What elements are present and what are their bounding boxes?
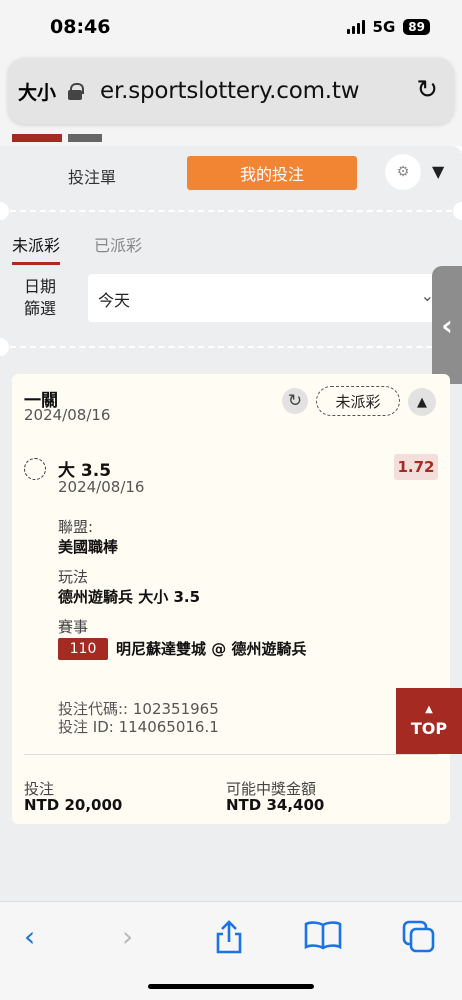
chevron-up-icon[interactable]: ▲: [408, 388, 436, 416]
bet-card: 一關 2024/08/16 ↻ 未派彩 ▲ 大 3.5 2024/08/16 1…: [12, 374, 450, 824]
status-bar: 08:46 5G 89: [0, 0, 462, 56]
divider: [0, 346, 462, 348]
status-indicators: 5G 89: [346, 18, 430, 36]
back-icon[interactable]: ‹: [24, 920, 35, 953]
gear-icon[interactable]: ⚙: [385, 154, 421, 190]
chevron-down-icon[interactable]: ▼: [432, 162, 444, 181]
url-text[interactable]: er.sportslottery.com.tw: [100, 78, 360, 104]
play-value: 德州遊騎兵 大小 3.5: [58, 588, 201, 606]
browser-toolbar: ‹ ›: [0, 901, 462, 1000]
tabs-icon[interactable]: [402, 920, 436, 961]
date-filter-value: 今天: [98, 291, 131, 310]
caret-up-icon: ▲: [425, 703, 433, 715]
browser-address-area: 大小 er.sportslottery.com.tw ↻: [0, 56, 462, 134]
league-label: 聯盟:: [58, 518, 94, 536]
bet-date: 2024/08/16: [24, 406, 111, 424]
league-value: 美國職棒: [58, 538, 119, 556]
page-content-behind: [0, 134, 462, 146]
lock-icon: [68, 83, 85, 100]
bookmarks-icon[interactable]: [304, 920, 342, 957]
date-filter-select[interactable]: 今天 ⌄: [88, 274, 462, 322]
refresh-icon[interactable]: ↻: [282, 388, 308, 414]
scroll-top-button[interactable]: ▲ TOP: [396, 688, 462, 754]
signal-icon: [346, 20, 365, 34]
network-type: 5G: [372, 18, 396, 36]
event-label: 賽事: [58, 618, 89, 636]
status-time: 08:46: [50, 16, 111, 38]
text-size-button[interactable]: 大小: [18, 78, 56, 105]
tab-unsettled[interactable]: 未派彩: [12, 232, 61, 265]
reload-icon[interactable]: ↻: [416, 75, 438, 105]
status-badge: 未派彩: [316, 386, 400, 416]
home-indicator: [148, 984, 314, 989]
payout-value: NTD 34,400: [226, 796, 325, 814]
panel-tabs: 投注單 我的投注 ⚙ ▼: [0, 154, 462, 196]
stake-value: NTD 20,000: [24, 796, 123, 814]
status-subtabs: 未派彩 已派彩: [0, 230, 462, 266]
tab-my-bets[interactable]: 我的投注: [187, 156, 357, 190]
event-name: 明尼蘇達雙城 @ 德州遊騎兵: [116, 640, 307, 658]
divider: [0, 210, 462, 212]
odds-badge: 1.72: [394, 454, 438, 480]
share-icon[interactable]: [214, 920, 244, 961]
scroll-top-label: TOP: [410, 718, 448, 738]
date-filter-label: 日期篩選: [24, 277, 57, 318]
date-filter: 日期篩選 今天 ⌄: [0, 274, 462, 330]
side-panel-toggle[interactable]: ‹: [432, 266, 462, 384]
bet-id: 投注 ID: 114065016.1: [58, 718, 219, 736]
divider: [24, 754, 438, 755]
event-number: 110: [58, 638, 108, 660]
battery-icon: 89: [403, 19, 430, 35]
play-label: 玩法: [58, 568, 89, 586]
selection-circle-icon: [24, 458, 46, 480]
address-bar[interactable]: 大小 er.sportslottery.com.tw ↻: [8, 58, 454, 124]
tab-settled[interactable]: 已派彩: [94, 232, 142, 256]
tab-betslip[interactable]: 投注單: [68, 164, 116, 188]
forward-icon[interactable]: ›: [122, 920, 133, 953]
pick-date: 2024/08/16: [58, 478, 145, 496]
